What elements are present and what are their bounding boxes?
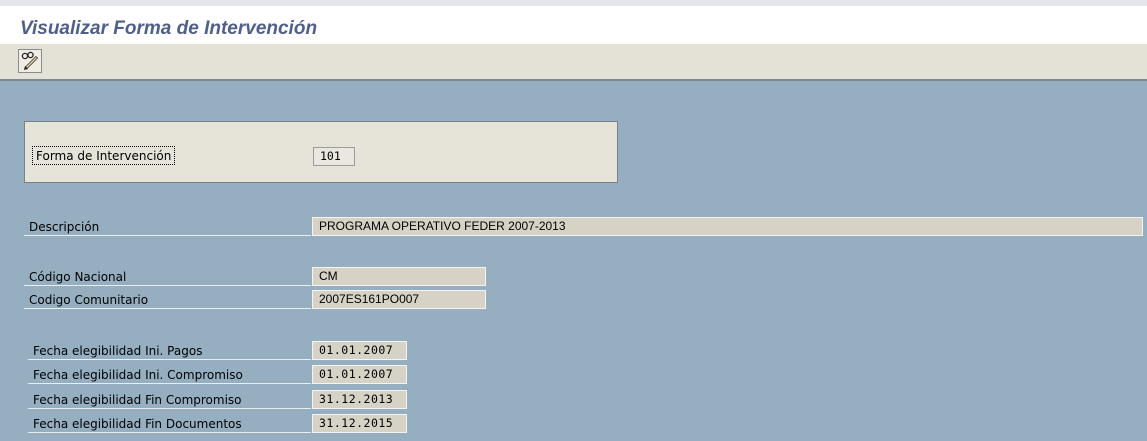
ini-pagos-label: Fecha elegibilidad Ini. Pagos [28, 342, 311, 360]
ini-compromiso-label: Fecha elegibilidad Ini. Compromiso [28, 366, 311, 384]
forma-intervencion-label[interactable]: Forma de Intervención [32, 146, 176, 165]
codigo-nacional-label: Código Nacional [24, 268, 311, 286]
codigo-comunitario-field[interactable]: 2007ES161PO007 [312, 290, 486, 309]
application-toolbar [0, 44, 1147, 81]
fin-compromiso-field[interactable]: 31.12.2013 [312, 390, 407, 409]
fin-documentos-label: Fecha elegibilidad Fin Documentos [28, 415, 311, 433]
codigo-comunitario-label: Codigo Comunitario [24, 291, 311, 309]
fin-documentos-field[interactable]: 31.12.2015 [312, 414, 407, 433]
page-title: Visualizar Forma de Intervención [20, 18, 318, 39]
codigo-nacional-field[interactable]: CM [312, 267, 486, 286]
display-change-button[interactable] [18, 49, 42, 73]
descripcion-label: Descripción [24, 218, 311, 236]
fin-compromiso-label: Fecha elegibilidad Fin Compromiso [28, 391, 311, 409]
key-frame: Forma de Intervención 101 [24, 121, 618, 183]
pencil-glasses-icon [19, 50, 41, 72]
descripcion-field[interactable]: PROGRAMA OPERATIVO FEDER 2007-2013 [312, 217, 1143, 236]
ini-pagos-field[interactable]: 01.01.2007 [312, 341, 407, 360]
ini-compromiso-field[interactable]: 01.01.2007 [312, 365, 407, 384]
forma-intervencion-field[interactable]: 101 [313, 147, 355, 166]
title-bar: Visualizar Forma de Intervención [0, 0, 1147, 44]
